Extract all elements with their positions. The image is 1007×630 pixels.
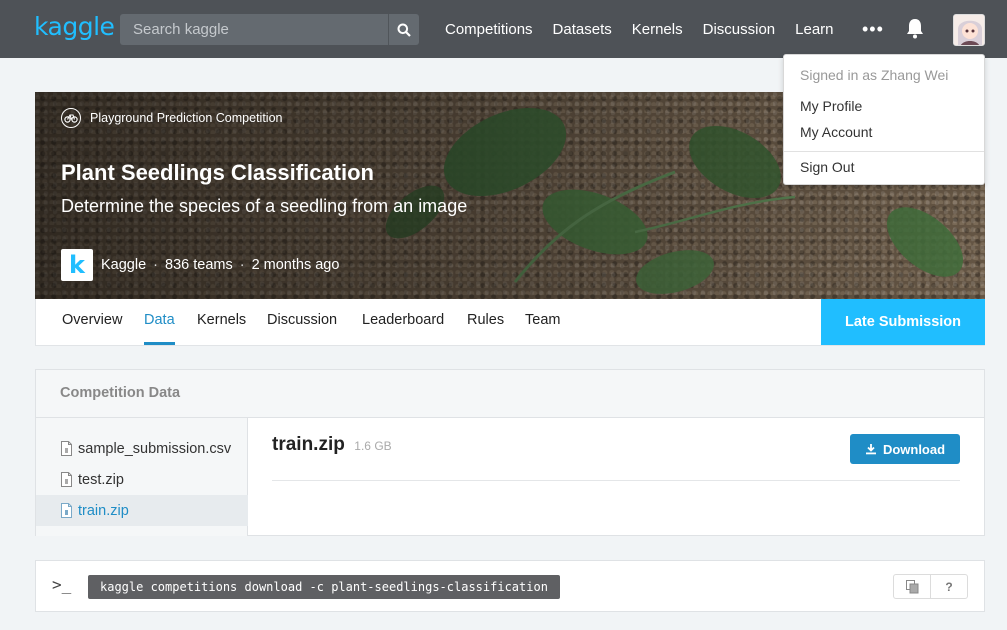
- my-profile-link[interactable]: My Profile: [800, 98, 862, 114]
- file-icon: [61, 441, 72, 456]
- search-icon: [397, 23, 411, 37]
- command-actions: ?: [893, 574, 968, 599]
- signed-in-label: Signed in as Zhang Wei: [800, 67, 949, 83]
- file-name: sample_submission.csv: [78, 440, 232, 457]
- host-logo[interactable]: k: [61, 249, 93, 281]
- competition-type: Playground Prediction Competition: [61, 108, 282, 128]
- tab-rules[interactable]: Rules: [467, 299, 504, 345]
- top-navbar: kaggle Competitions Datasets Kernels Dis…: [0, 0, 1007, 58]
- search-box: [120, 14, 419, 45]
- detail-divider: [272, 480, 960, 481]
- file-item-train-zip[interactable]: train.zip: [36, 495, 248, 526]
- help-button[interactable]: ?: [930, 575, 967, 598]
- nav-competitions[interactable]: Competitions: [445, 21, 533, 38]
- download-icon: [865, 444, 876, 455]
- file-list: sample_submission.csv test.zip train.zip: [36, 418, 248, 536]
- bicycle-icon: [61, 108, 81, 128]
- tab-data[interactable]: Data: [144, 299, 175, 345]
- kaggle-logo[interactable]: kaggle: [34, 12, 115, 41]
- file-name: train.zip: [78, 502, 129, 519]
- competition-type-label: Playground Prediction Competition: [90, 111, 283, 125]
- api-command-text[interactable]: kaggle competitions download -c plant-se…: [88, 575, 560, 599]
- more-menu-icon[interactable]: •••: [862, 19, 884, 40]
- team-count[interactable]: 836 teams: [165, 257, 233, 273]
- notifications-bell-icon[interactable]: [905, 17, 925, 44]
- search-button[interactable]: [388, 14, 419, 45]
- search-input[interactable]: [120, 14, 388, 45]
- file-item-sample-submission[interactable]: sample_submission.csv: [36, 433, 248, 464]
- competition-subtitle: Determine the species of a seedling from…: [61, 196, 468, 216]
- host-name[interactable]: Kaggle: [101, 257, 146, 273]
- nav-datasets[interactable]: Datasets: [553, 21, 612, 38]
- sign-out-link[interactable]: Sign Out: [800, 159, 854, 175]
- zip-file-icon: [61, 472, 72, 487]
- competition-tabs: Overview Data Kernels Discussion Leaderb…: [35, 299, 985, 346]
- menu-divider: [784, 151, 984, 152]
- panel-title: Competition Data: [60, 385, 181, 401]
- nav-learn[interactable]: Learn: [795, 21, 833, 38]
- tab-overview[interactable]: Overview: [62, 299, 122, 345]
- user-avatar[interactable]: [953, 14, 985, 46]
- nav-discussion[interactable]: Discussion: [703, 21, 776, 38]
- file-name: test.zip: [78, 471, 124, 488]
- tab-discussion[interactable]: Discussion: [267, 299, 337, 345]
- my-account-link[interactable]: My Account: [800, 124, 872, 140]
- tab-team[interactable]: Team: [525, 299, 560, 345]
- tab-kernels[interactable]: Kernels: [197, 299, 246, 345]
- copy-icon: [905, 579, 918, 593]
- panel-header: Competition Data: [36, 370, 984, 418]
- api-command-bar: >_ kaggle competitions download -c plant…: [35, 560, 985, 612]
- selected-file-name: train.zip: [272, 434, 345, 455]
- tab-leaderboard[interactable]: Leaderboard: [362, 299, 444, 345]
- user-dropdown-menu: Signed in as Zhang Wei My Profile My Acc…: [783, 54, 985, 185]
- late-submission-button[interactable]: Late Submission: [821, 299, 985, 345]
- zip-file-icon: [61, 503, 72, 518]
- competition-title: Plant Seedlings Classification: [61, 160, 374, 185]
- copy-button[interactable]: [894, 575, 930, 598]
- file-detail: train.zip 1.6 GB: [272, 434, 392, 456]
- terminal-icon: >_: [52, 575, 72, 594]
- competition-data-panel: Competition Data sample_submission.csv t…: [35, 369, 985, 536]
- download-button[interactable]: Download: [850, 434, 960, 464]
- competition-host-info: k Kaggle · 836 teams · 2 months ago: [61, 249, 339, 281]
- selected-file-size: 1.6 GB: [354, 439, 392, 453]
- file-item-test-zip[interactable]: test.zip: [36, 464, 248, 495]
- nav-kernels[interactable]: Kernels: [632, 21, 683, 38]
- download-label: Download: [882, 441, 946, 457]
- competition-age: 2 months ago: [251, 257, 340, 273]
- main-nav: Competitions Datasets Kernels Discussion…: [445, 0, 854, 58]
